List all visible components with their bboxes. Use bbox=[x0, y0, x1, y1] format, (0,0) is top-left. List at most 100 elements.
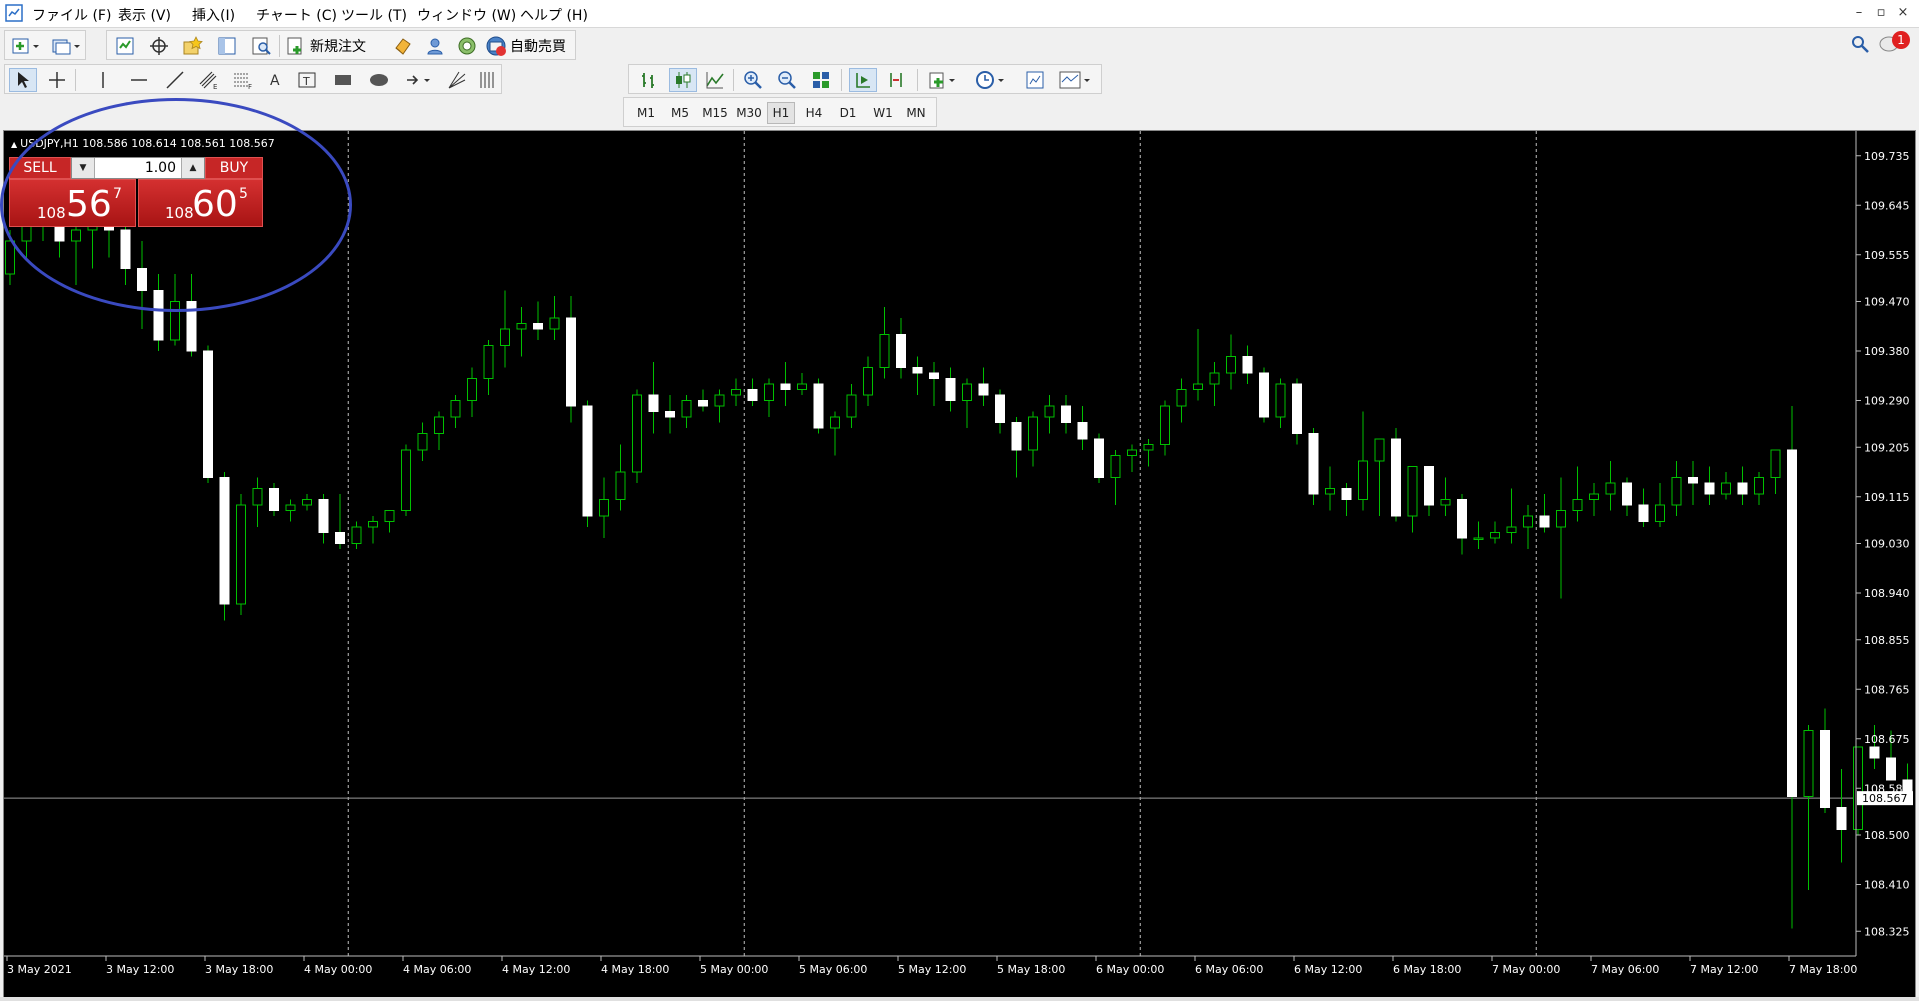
candle-body-bull bbox=[236, 504, 246, 605]
trendline-tool[interactable] bbox=[161, 68, 189, 92]
menu-window[interactable]: ウィンドウ (W) bbox=[417, 5, 516, 25]
candlestick-chart-button[interactable] bbox=[669, 68, 697, 92]
navigator-button[interactable] bbox=[179, 34, 207, 58]
time-tick-label: 4 May 06:00 bbox=[403, 963, 471, 976]
terminal-button[interactable] bbox=[213, 34, 241, 58]
buy-price-button[interactable]: 108 60 5 bbox=[138, 179, 263, 227]
timeframe-d1[interactable]: D1 bbox=[834, 102, 862, 124]
data-window-button[interactable] bbox=[145, 34, 173, 58]
candle-body-bear bbox=[1424, 466, 1434, 506]
arrows-tool[interactable] bbox=[401, 68, 437, 92]
lot-increase-button[interactable]: ▲ bbox=[181, 158, 204, 178]
buy-button[interactable]: BUY bbox=[205, 157, 263, 179]
timeframe-h1[interactable]: H1 bbox=[767, 102, 795, 124]
price-tick-label: 108.765 bbox=[1864, 683, 1910, 696]
periods-button[interactable] bbox=[973, 68, 1009, 92]
price-tick-label: 108.940 bbox=[1864, 587, 1910, 600]
chart-properties-button[interactable] bbox=[1055, 68, 1095, 92]
candle-body-bull bbox=[1044, 405, 1055, 418]
sell-price-button[interactable]: 108 56 7 bbox=[9, 179, 136, 227]
close-button[interactable]: × bbox=[1892, 5, 1914, 20]
candlestick-icon bbox=[676, 72, 691, 88]
templates-button[interactable] bbox=[1021, 68, 1049, 92]
ellipse-tool[interactable] bbox=[365, 68, 393, 92]
candle-body-bull bbox=[797, 383, 807, 390]
chart-shift-button[interactable] bbox=[883, 68, 911, 92]
bar-chart-button[interactable] bbox=[635, 68, 663, 92]
time-tick-label: 6 May 18:00 bbox=[1393, 963, 1461, 976]
new-chart-button[interactable] bbox=[7, 34, 45, 58]
candle-body-bear bbox=[153, 290, 164, 341]
price-tick-label: 108.500 bbox=[1864, 829, 1910, 842]
timeframe-mn[interactable]: MN bbox=[901, 102, 931, 124]
market-watch-button[interactable] bbox=[111, 34, 139, 58]
lot-size-input[interactable]: ▼ 1.00 ▲ bbox=[71, 157, 205, 179]
menu-tools[interactable]: ツール (T) bbox=[341, 5, 407, 25]
rectangle-tool[interactable] bbox=[329, 68, 357, 92]
menu-file[interactable]: ファイル (F) bbox=[32, 5, 111, 25]
chart-toolbar-group bbox=[628, 64, 1102, 94]
minimize-button[interactable]: – bbox=[1848, 5, 1870, 20]
sell-button[interactable]: SELL bbox=[9, 157, 71, 179]
notifications-button[interactable]: 1 bbox=[1878, 31, 1914, 57]
restore-button[interactable]: ▫ bbox=[1870, 5, 1892, 20]
price-tick-label: 108.410 bbox=[1864, 879, 1910, 892]
timeframe-m5[interactable]: M5 bbox=[666, 102, 694, 124]
candle-body-bear bbox=[1787, 449, 1797, 797]
timeframe-m15[interactable]: M15 bbox=[698, 102, 732, 124]
market-button[interactable] bbox=[453, 34, 481, 58]
menu-insert[interactable]: 挿入(I) bbox=[192, 5, 235, 25]
equidistant-channel-tool[interactable]: E bbox=[195, 68, 223, 92]
triangle-down-icon: ▼ bbox=[79, 163, 87, 173]
metaeditor-button[interactable] bbox=[389, 34, 417, 58]
lot-size-value[interactable]: 1.00 bbox=[145, 160, 176, 176]
indicators-button[interactable] bbox=[925, 68, 961, 92]
candle-body-bull bbox=[351, 526, 362, 544]
signals-button[interactable] bbox=[421, 34, 449, 58]
text-label-tool[interactable]: T bbox=[293, 68, 321, 92]
tile-windows-button[interactable] bbox=[807, 68, 835, 92]
lot-decrease-button[interactable]: ▼ bbox=[72, 158, 95, 178]
candle-body-bull bbox=[1275, 383, 1286, 418]
tile-windows-icon bbox=[813, 72, 829, 88]
line-chart-button[interactable] bbox=[701, 68, 729, 92]
crosshair-tool[interactable] bbox=[43, 68, 71, 92]
profiles-button[interactable] bbox=[47, 34, 85, 58]
auto-scroll-button[interactable] bbox=[849, 68, 877, 92]
collapse-triangle-icon[interactable]: ▲ bbox=[11, 140, 17, 149]
current-price-label: 108.567 bbox=[1862, 792, 1908, 805]
gann-tool[interactable] bbox=[443, 68, 471, 92]
timeframe-h4[interactable]: H4 bbox=[800, 102, 828, 124]
candle-body-bear bbox=[269, 488, 279, 511]
candle-body-bear bbox=[929, 372, 939, 379]
new-order-button[interactable]: 新規注文 bbox=[285, 34, 389, 58]
candle-body-bull bbox=[1589, 493, 1599, 500]
menu-view[interactable]: 表示 (V) bbox=[118, 5, 171, 25]
menu-chart[interactable]: チャート (C) bbox=[256, 5, 337, 25]
text-tool[interactable]: A bbox=[261, 68, 289, 92]
candle-body-bear bbox=[1836, 807, 1847, 830]
candle-body-bear bbox=[780, 383, 791, 390]
cycle-lines-tool[interactable] bbox=[473, 68, 501, 92]
search-icon[interactable] bbox=[1850, 34, 1870, 54]
auto-trading-icon bbox=[486, 36, 506, 56]
cycle-lines-icon bbox=[480, 72, 494, 88]
timeframe-m1[interactable]: M1 bbox=[632, 102, 660, 124]
candle-body-bear bbox=[1077, 422, 1088, 440]
zoom-out-button[interactable] bbox=[773, 68, 801, 92]
strategy-tester-button[interactable] bbox=[247, 34, 275, 58]
cursor-tool[interactable] bbox=[9, 68, 37, 92]
candlestick-chart[interactable]: 109.735 109.645 109.555 109.470 109.380 109.2… bbox=[4, 131, 1915, 997]
zoom-in-button[interactable] bbox=[739, 68, 767, 92]
vertical-line-tool[interactable] bbox=[89, 68, 117, 92]
chart-area[interactable]: 109.735 109.645 109.555 109.470 109.380 109.2… bbox=[3, 130, 1916, 998]
horizontal-line-tool[interactable] bbox=[125, 68, 153, 92]
fibonacci-tool[interactable]: F bbox=[229, 68, 257, 92]
svg-text:E: E bbox=[213, 83, 217, 90]
candle-body-bear bbox=[1061, 405, 1071, 423]
timeframe-w1[interactable]: W1 bbox=[868, 102, 898, 124]
timeframe-m30[interactable]: M30 bbox=[732, 102, 766, 124]
menu-help[interactable]: ヘルプ (H) bbox=[520, 5, 588, 25]
price-tick-label: 109.205 bbox=[1864, 441, 1910, 454]
auto-trading-button[interactable]: 自動売買 bbox=[485, 34, 573, 58]
